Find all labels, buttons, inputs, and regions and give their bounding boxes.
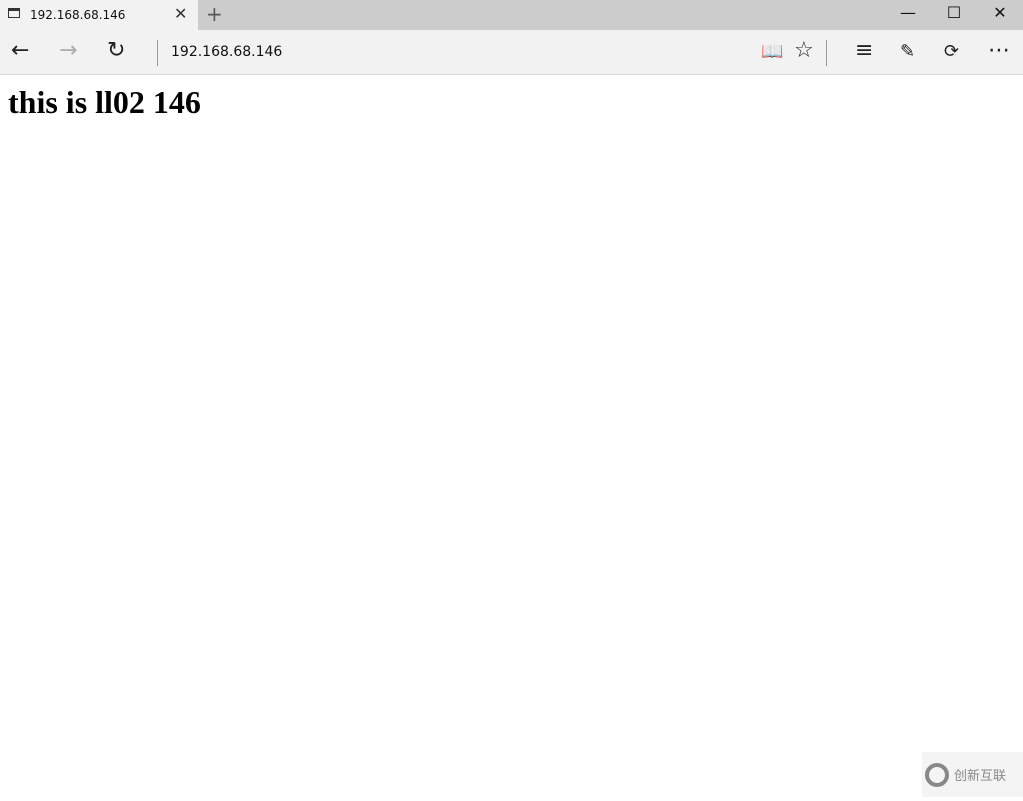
close-tab-icon[interactable]: ✕ — [174, 4, 187, 23]
svg-text:创新互联: 创新互联 — [954, 768, 1006, 784]
tab-bar: 192.168.68.146 ✕ + — ☐ ✕ — [0, 0, 1023, 30]
maximize-icon[interactable]: ☐ — [931, 3, 977, 22]
reading-view-icon[interactable]: 📖 — [761, 41, 783, 62]
page-icon — [8, 8, 20, 18]
favorite-star-icon[interactable]: ☆ — [794, 38, 814, 63]
tab-title: 192.168.68.146 — [30, 8, 126, 22]
navigation-bar: ← → ↻ 📖 ☆ ≡ ✎ ⟳ ⋯ — [0, 30, 1023, 75]
new-tab-icon[interactable]: + — [206, 2, 223, 26]
watermark-logo: 创新互联 — [922, 752, 1023, 797]
share-icon[interactable]: ⟳ — [944, 41, 959, 62]
hub-icon[interactable]: ≡ — [855, 38, 873, 63]
browser-tab[interactable]: 192.168.68.146 ✕ — [0, 0, 198, 30]
back-icon[interactable]: ← — [11, 38, 29, 63]
divider — [826, 40, 827, 66]
minimize-icon[interactable]: — — [885, 3, 931, 22]
page-heading: this is ll02 146 — [8, 84, 201, 120]
more-icon[interactable]: ⋯ — [988, 38, 1010, 63]
address-bar[interactable] — [171, 44, 731, 60]
refresh-icon[interactable]: ↻ — [107, 38, 125, 63]
web-note-icon[interactable]: ✎ — [900, 41, 915, 62]
forward-icon[interactable]: → — [59, 38, 77, 63]
divider — [157, 40, 158, 66]
close-window-icon[interactable]: ✕ — [977, 3, 1023, 22]
